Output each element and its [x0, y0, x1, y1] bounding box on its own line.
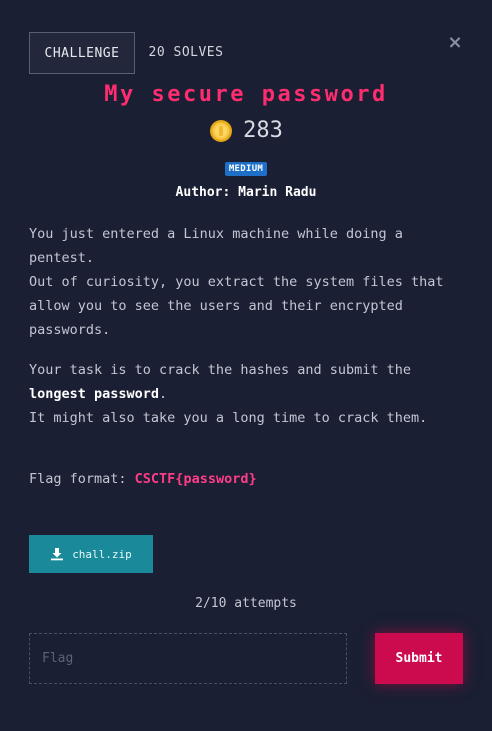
- emphasis-text: longest password: [29, 386, 160, 402]
- points-display: 283: [0, 118, 492, 143]
- flag-format: Flag format: CSCTF{password}: [29, 471, 257, 487]
- author-label: Author: Marin Radu: [175, 185, 317, 200]
- description-line: longest password.: [29, 382, 469, 406]
- flag-format-label: Flag format:: [29, 471, 135, 487]
- description-paragraph-1: You just entered a Linux machine while d…: [29, 222, 469, 342]
- description-line: Out of curiosity, you extract the system…: [29, 274, 444, 290]
- description-line: You just entered a Linux machine while d…: [29, 226, 403, 242]
- description-line: pentest.: [29, 250, 95, 266]
- tab-challenge[interactable]: CHALLENGE: [29, 32, 135, 74]
- tab-solves[interactable]: 20 SOLVES: [140, 32, 232, 72]
- points-value: 283: [243, 118, 283, 143]
- flag-format-value: CSCTF{password}: [134, 471, 257, 487]
- download-file-label: chall.zip: [72, 547, 132, 561]
- description-paragraph-2: Your task is to crack the hashes and sub…: [29, 358, 469, 430]
- challenge-title: My secure password: [104, 82, 388, 107]
- difficulty-badge: MEDIUM: [224, 162, 268, 176]
- download-icon: [51, 548, 64, 561]
- description-line: allow you to see the users and their enc…: [29, 298, 403, 314]
- attempts-counter: 2/10 attempts: [195, 596, 297, 611]
- close-icon[interactable]: ×: [446, 34, 464, 52]
- description-punctuation: .: [159, 386, 168, 402]
- description-line: It might also take you a long time to cr…: [29, 410, 428, 426]
- flag-input[interactable]: [29, 633, 347, 684]
- description-line: passwords.: [29, 322, 111, 338]
- coin-icon: [210, 119, 233, 142]
- description-line: Your task is to crack the hashes and sub…: [29, 362, 412, 378]
- challenge-modal: CHALLENGE 20 SOLVES × My secure password…: [0, 0, 492, 731]
- submit-button[interactable]: Submit: [375, 633, 463, 684]
- download-file-button[interactable]: chall.zip: [29, 535, 153, 573]
